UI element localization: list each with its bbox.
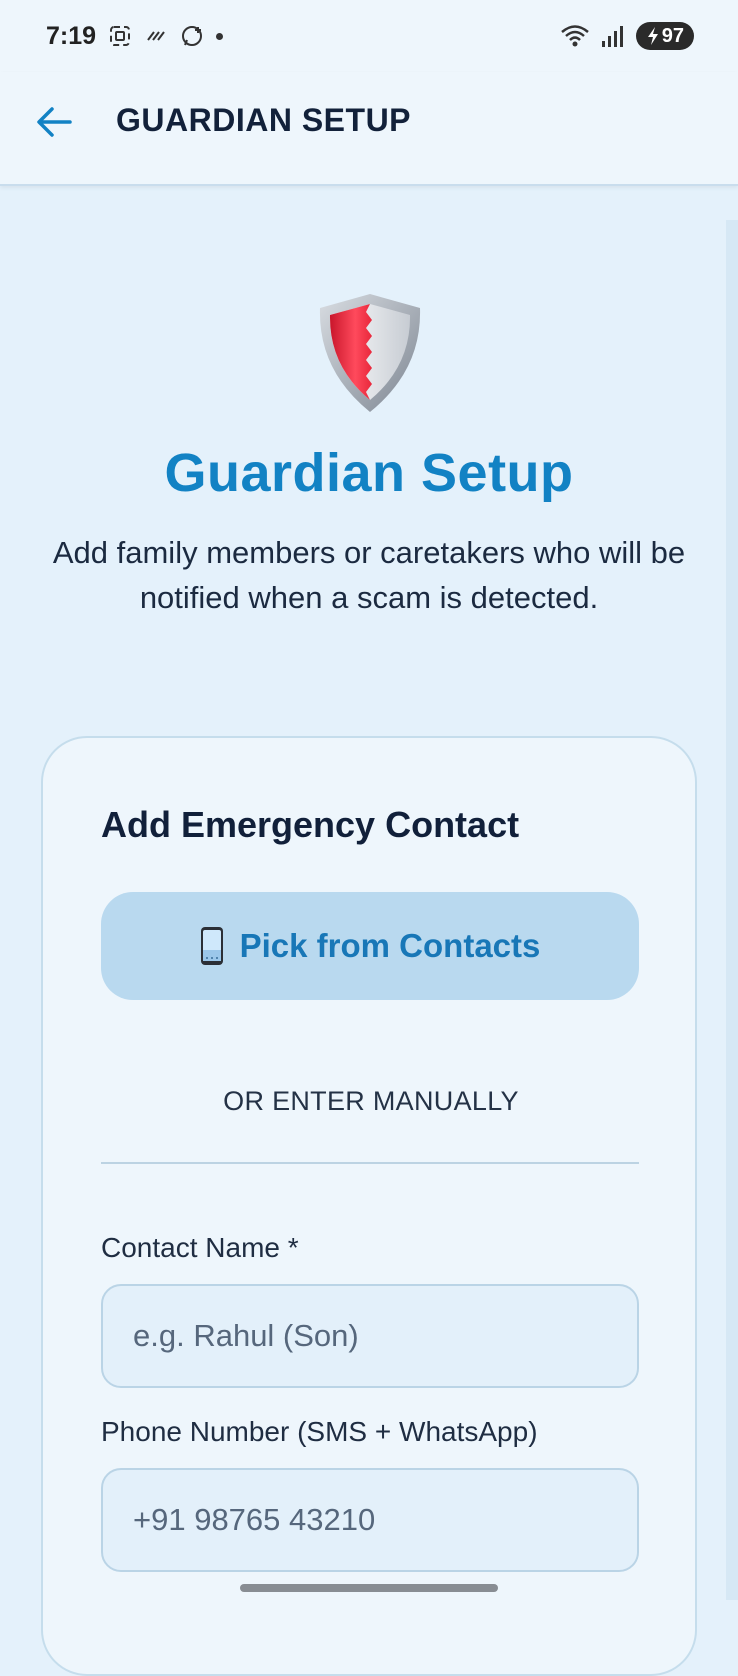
hero-subtitle: Add family members or caretakers who wil… <box>50 530 688 620</box>
card-title: Add Emergency Contact <box>101 804 520 845</box>
battery-level: 97 <box>661 24 684 47</box>
divider <box>101 1162 639 1164</box>
notification-dot <box>216 32 224 40</box>
pick-from-contacts-button[interactable]: Pick from Contacts <box>101 892 639 1000</box>
status-left: 7:19 <box>46 21 224 51</box>
scroll-track[interactable] <box>726 220 738 1600</box>
phone-number-input[interactable] <box>101 1468 639 1572</box>
app-bar: GUARDIAN SETUP <box>0 72 738 186</box>
screenshot-icon <box>110 26 131 46</box>
whatsapp-icon <box>182 26 203 46</box>
or-enter-manually-label: OR ENTER MANUALLY <box>223 1086 519 1116</box>
back-arrow-icon[interactable] <box>34 102 74 142</box>
phone-number-label: Phone Number (SMS + WhatsApp) <box>101 1416 538 1447</box>
emergency-contact-card: Add Emergency Contact Pick from Contacts… <box>41 736 697 1676</box>
contact-name-label: Contact Name * <box>101 1232 299 1263</box>
wifi-icon <box>560 25 589 47</box>
home-indicator[interactable] <box>240 1584 498 1592</box>
app-bar-title: GUARDIAN SETUP <box>116 102 412 138</box>
nfc-icon <box>147 31 165 41</box>
hero-subtitle-line1: Add family members or caretakers who wil… <box>52 535 686 570</box>
bolt-icon <box>647 27 658 45</box>
signal-icon <box>601 26 623 47</box>
hero-title: Guardian Setup <box>164 443 574 503</box>
status-time: 7:19 <box>46 21 97 50</box>
status-right: 97 <box>560 22 694 50</box>
status-bar: 7:19 97 <box>0 0 738 72</box>
hero-subtitle-line2: notified when a scam is detected. <box>139 580 599 615</box>
mobile-phone-icon <box>200 927 223 965</box>
shield-icon <box>319 294 421 412</box>
pick-from-contacts-label: Pick from Contacts <box>239 927 541 964</box>
battery-indicator: 97 <box>635 22 694 50</box>
contact-name-input[interactable] <box>101 1284 639 1388</box>
